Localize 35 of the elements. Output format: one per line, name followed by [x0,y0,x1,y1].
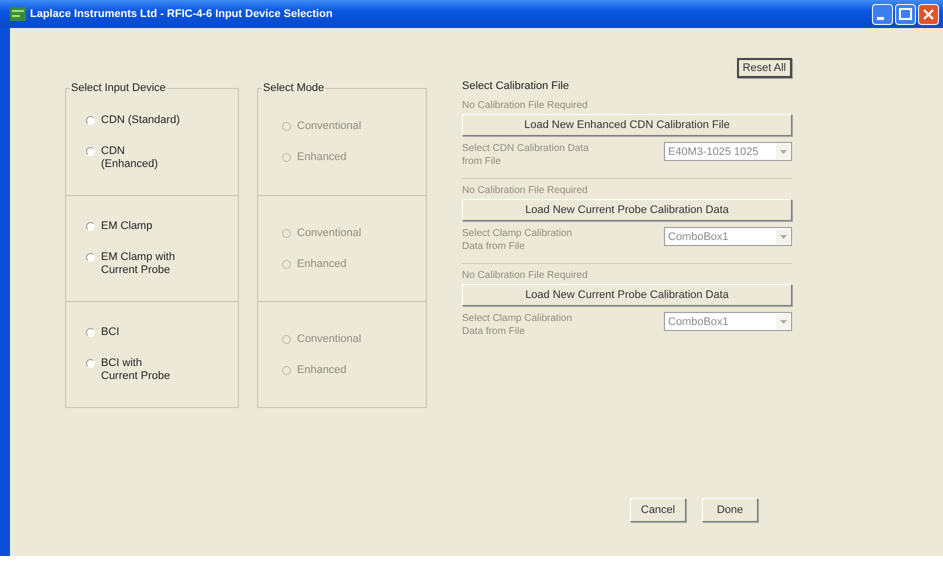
radio-label: BCI with Current Probe [101,357,172,383]
app-icon [10,7,26,21]
section-title: Select Calibration File [462,80,569,92]
select-label: Select Clamp Calibration Data from File [462,227,574,253]
radio-label: Enhanced [297,364,348,376]
radio-label: BCI [101,326,120,339]
radio-button[interactable] [86,359,95,368]
status-text: No Calibration File Required [462,100,589,111]
select-label: Select CDN Calibration Data from File [462,142,590,168]
radio-label: CDN (Enhanced) [101,144,159,170]
radio-label: Enhanced [297,151,348,164]
maximize-icon[interactable] [895,4,916,24]
done-button[interactable]: Done [702,498,758,522]
radio-label: EM Clamp with Current Probe [101,251,176,277]
radio-button[interactable] [86,146,95,156]
select-label: Select Clamp Calibration Data from File [462,312,574,338]
radio-label: Conventional [297,226,362,240]
radio-button[interactable] [86,253,95,262]
window-title: Laplace Instruments Ltd - RFIC-4-6 Input Device Selection [30,8,334,20]
radio-button[interactable] [86,222,95,231]
status-text: No Calibration File Required [462,185,589,196]
status-text: No Calibration File Required [462,270,589,281]
cancel-button[interactable]: Cancel [630,498,686,522]
group-title: Select Input Device [70,82,167,94]
radio-label: CDN (Standard) [101,114,181,126]
group-title: Select Mode [262,82,326,94]
close-icon[interactable] [918,4,939,24]
radio-button[interactable] [86,328,95,337]
radio-label: Enhanced [297,258,348,270]
reset-all-button[interactable]: Reset All [736,58,792,78]
radio-label: EM Clamp [101,220,154,233]
radio-label: Conventional [297,120,362,133]
radio-button[interactable] [86,116,95,124]
minimize-icon[interactable] [872,4,893,24]
radio-label: Conventional [297,332,362,346]
